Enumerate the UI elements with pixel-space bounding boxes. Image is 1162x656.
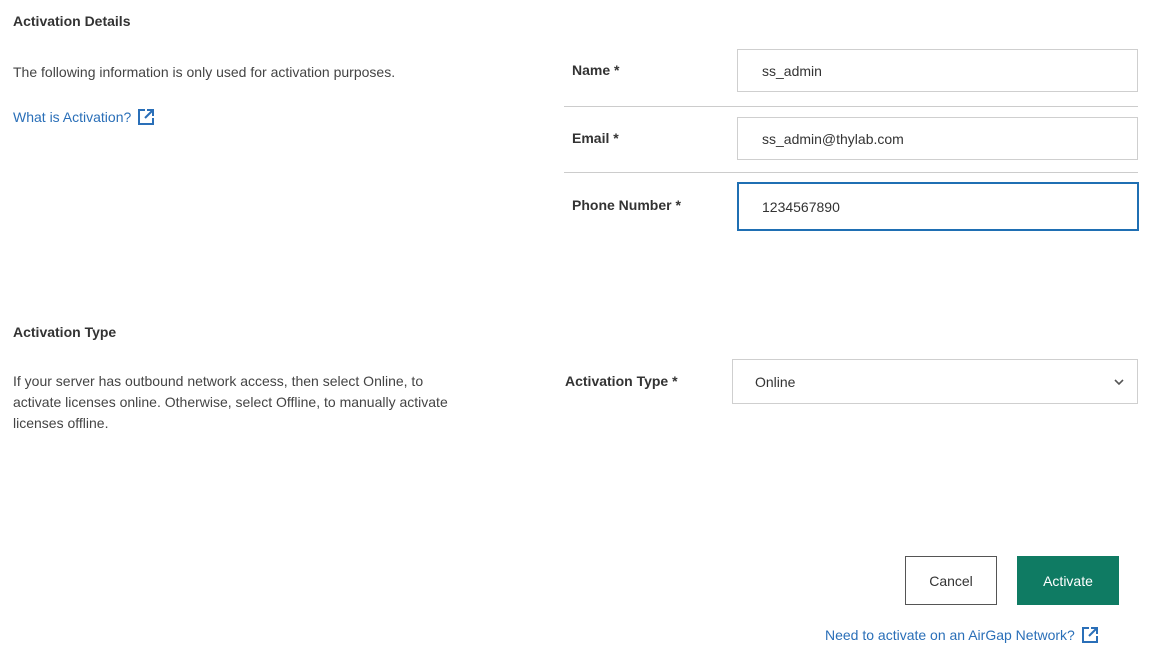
external-link-icon: [1081, 627, 1098, 643]
activation-type-label: Activation Type *: [565, 373, 678, 389]
what-is-activation-label: What is Activation?: [13, 109, 132, 125]
activation-details-heading: Activation Details: [13, 13, 131, 29]
activation-page: Activation Details The following informa…: [0, 0, 1162, 656]
email-input[interactable]: ss_admin@thylab.com: [737, 117, 1138, 160]
airgap-network-label: Need to activate on an AirGap Network?: [825, 627, 1075, 643]
external-link-icon: [138, 109, 155, 125]
phone-number-input[interactable]: 1234567890: [737, 182, 1139, 231]
email-label: Email *: [572, 130, 619, 146]
divider: [564, 172, 1138, 173]
name-input[interactable]: ss_admin: [737, 49, 1138, 92]
cancel-button[interactable]: Cancel: [905, 556, 997, 605]
what-is-activation-link[interactable]: What is Activation?: [13, 108, 155, 126]
activation-type-description: If your server has outbound network acce…: [13, 373, 448, 431]
name-label: Name *: [572, 62, 620, 78]
activation-type-selected-value: Online: [755, 373, 796, 390]
activation-details-description: The following information is only used f…: [13, 64, 396, 80]
airgap-network-link[interactable]: Need to activate on an AirGap Network?: [825, 626, 1099, 644]
chevron-down-icon: [1114, 378, 1124, 385]
divider: [564, 106, 1138, 107]
activation-type-select[interactable]: Online: [732, 359, 1138, 404]
activation-type-heading: Activation Type: [13, 324, 117, 340]
phone-number-label: Phone Number *: [572, 197, 681, 213]
activate-button[interactable]: Activate: [1017, 556, 1119, 605]
